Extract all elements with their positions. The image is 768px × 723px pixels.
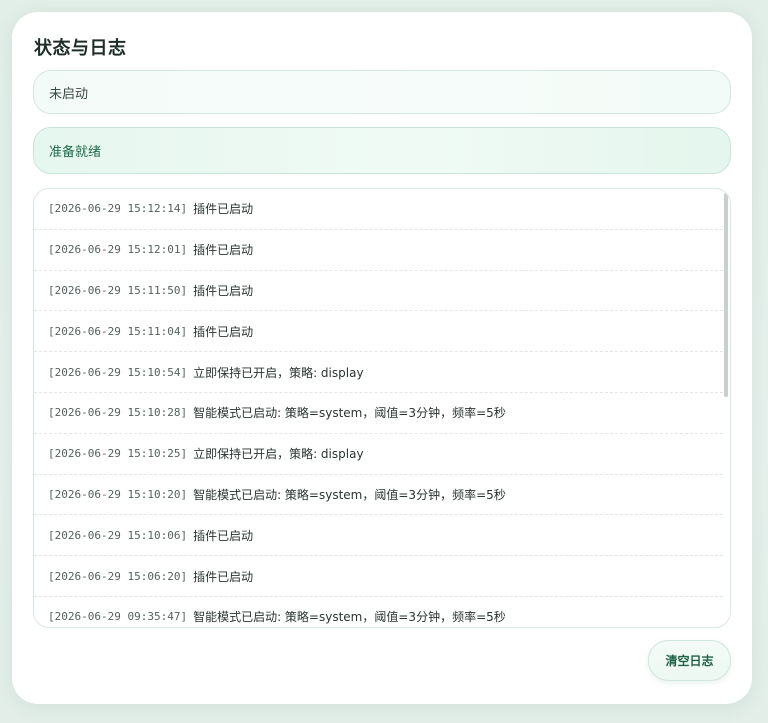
log-timestamp: [2026-06-29 15:12:14]: [48, 202, 188, 216]
log-message: 插件已启动: [193, 324, 254, 339]
log-timestamp: [2026-06-29 15:12:01]: [48, 243, 188, 257]
log-entry: [2026-06-29 15:11:04] 插件已启动: [34, 311, 723, 353]
panel-title: 状态与日志: [34, 38, 127, 59]
log-message: 智能模式已启动: 策略=system，阈值=3分钟，频率=5秒: [193, 406, 506, 421]
status-indicator: 未启动: [33, 70, 731, 114]
log-message: 立即保持已开启，策略: display: [193, 365, 364, 380]
log-entry: [2026-06-29 15:12:01] 插件已启动: [34, 230, 723, 271]
log-timestamp: [2026-06-29 15:10:28]: [48, 406, 188, 420]
clear-log-button[interactable]: 清空日志: [648, 640, 731, 681]
log-timestamp: [2026-06-29 15:10:20]: [48, 487, 188, 501]
log-message: 智能模式已启动: 策略=system，阈值=3分钟，频率=5秒: [193, 487, 506, 502]
log-entry: [2026-06-29 15:12:14] 插件已启动: [34, 189, 723, 230]
log-entry: [2026-06-29 15:06:20] 插件已启动: [34, 556, 723, 597]
log-message: 插件已启动: [193, 202, 254, 217]
log-message: 插件已启动: [193, 528, 254, 543]
log-entry: [2026-06-29 15:10:28] 智能模式已启动: 策略=system，…: [34, 393, 723, 434]
log-list: [2026-06-29 15:12:14] 插件已启动 [2026-06-29 15…: [34, 189, 723, 627]
log-message: 智能模式已启动: 策略=system，阈值=3分钟，频率=5秒: [193, 610, 506, 625]
log-message: 立即保持已开启，策略: display: [193, 447, 364, 462]
log-timestamp: [2026-06-29 15:06:20]: [48, 569, 188, 583]
log-message: 插件已启动: [193, 569, 254, 584]
log-timestamp: [2026-06-29 15:10:06]: [48, 528, 188, 542]
log-entry: [2026-06-29 09:35:47] 智能模式已启动: 策略=system，…: [34, 597, 723, 627]
log-entry: [2026-06-29 15:10:25] 立即保持已开启，策略: display: [34, 434, 723, 475]
log-message: 插件已启动: [193, 243, 254, 258]
ready-message: 准备就绪: [33, 127, 731, 174]
status-log-panel: 状态与日志 未启动 准备就绪 [2026-06-29 15:12:14] 插件已启…: [12, 12, 752, 704]
log-timestamp: [2026-06-29 09:35:47]: [48, 610, 188, 624]
log-timestamp: [2026-06-29 15:11:04]: [48, 324, 188, 338]
log-message: 插件已启动: [193, 283, 254, 298]
log-scrollbar-thumb[interactable]: [724, 193, 728, 397]
log-entry: [2026-06-29 15:10:54] 立即保持已开启，策略: display: [34, 352, 723, 393]
status-text: 未启动: [49, 86, 89, 102]
log-entry: [2026-06-29 15:10:06] 插件已启动: [34, 515, 723, 557]
log-container[interactable]: [2026-06-29 15:12:14] 插件已启动 [2026-06-29 15…: [33, 188, 731, 628]
log-timestamp: [2026-06-29 15:11:50]: [48, 283, 188, 297]
log-timestamp: [2026-06-29 15:10:54]: [48, 365, 188, 379]
ready-text: 准备就绪: [49, 145, 102, 160]
log-entry: [2026-06-29 15:10:20] 智能模式已启动: 策略=system，…: [34, 475, 723, 516]
log-timestamp: [2026-06-29 15:10:25]: [48, 447, 188, 461]
log-entry: [2026-06-29 15:11:50] 插件已启动: [34, 271, 723, 312]
page-background: 状态与日志 未启动 准备就绪 [2026-06-29 15:12:14] 插件已启…: [0, 0, 768, 723]
